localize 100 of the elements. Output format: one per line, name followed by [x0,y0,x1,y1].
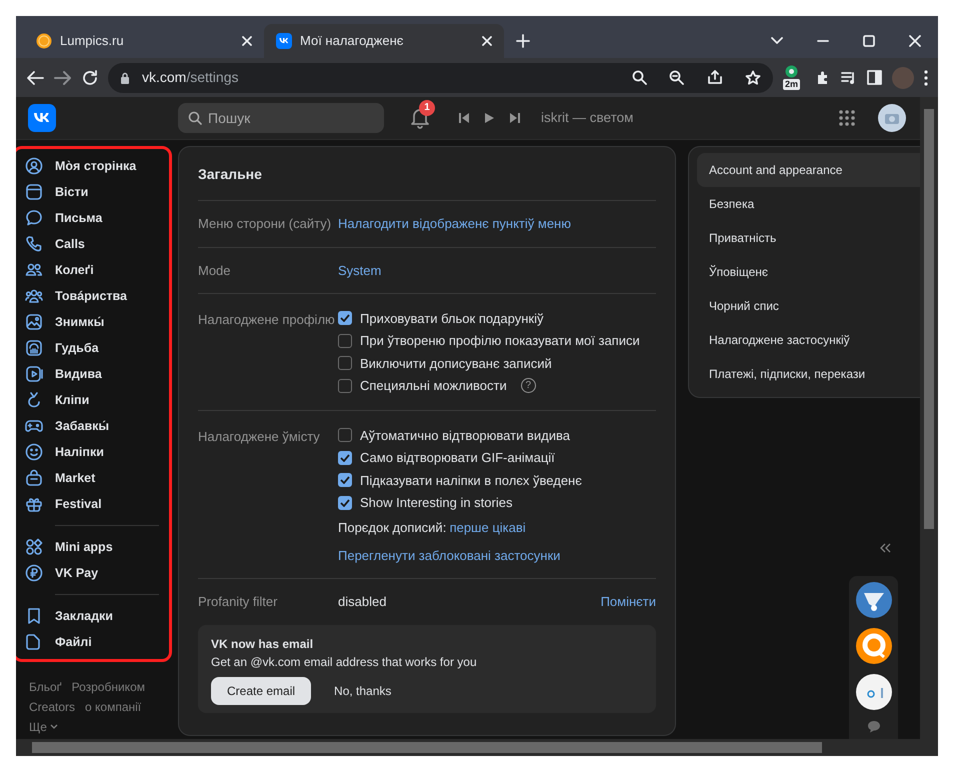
profile-icon [25,157,43,175]
back-arrow-icon[interactable] [26,70,44,86]
nav-item[interactable]: Забавкы́ [16,413,169,439]
nav-item[interactable]: Гудьба [16,335,169,361]
zoom-out-icon[interactable] [669,70,684,85]
nav-item[interactable]: Наліпки [16,439,169,465]
nav-item[interactable]: Письма [16,205,169,231]
help-icon[interactable]: ? [520,378,536,394]
image-icon [25,313,43,331]
q-app-icon[interactable] [856,628,892,664]
footer-link[interactable]: Бльоґ [29,678,62,696]
video-icon [25,365,43,383]
nav-item[interactable]: Кліпи [16,387,169,413]
nav-item[interactable]: Знимкы́ [16,309,169,335]
app-icon[interactable] [856,674,892,710]
setting-link[interactable]: System [338,262,382,278]
search-field[interactable]: Пошук [178,103,384,133]
menu-dots-icon[interactable] [924,70,928,86]
menu-item[interactable]: Приватність [697,221,920,255]
checkbox[interactable] [338,356,352,370]
nav-item[interactable]: Мо̀я сторінка [16,153,169,179]
setting-link[interactable]: Налагодити відображенє пунктіў меню [338,216,571,231]
search-icon [188,111,202,125]
track-title[interactable]: iskrit — светом [541,108,634,128]
create-email-button[interactable]: Create email [211,677,312,705]
footer-link[interactable]: Ще [29,718,58,736]
nav-item[interactable]: Calls [16,231,169,257]
checkbox[interactable] [338,473,352,488]
close-icon[interactable] [242,36,252,46]
menu-item[interactable]: Чорний спис [697,289,920,323]
menu-item[interactable]: Платежі, підписки, перекази [697,357,920,391]
close-icon[interactable] [482,36,492,46]
footer-link[interactable]: о компанії [85,698,142,716]
post-order-label: Порєдок дописий: [338,519,446,537]
nav-item[interactable]: Товáриства [16,283,169,309]
dismiss-button[interactable]: No, thanks [324,677,402,705]
checkbox-label: Специяльні можливости [360,377,507,395]
checkbox[interactable] [338,378,352,393]
checkbox[interactable] [338,450,352,465]
vk-logo-icon [276,33,292,49]
nav-item[interactable]: Колеґі [16,257,169,283]
next-track-icon[interactable] [509,112,521,124]
previous-track-icon[interactable] [458,112,470,124]
chevron-down-icon[interactable] [771,37,783,45]
nav-item[interactable]: Market [16,465,169,491]
menu-item[interactable]: Безпека [697,187,920,221]
nav-item[interactable]: Вісти [16,179,169,205]
side-panel-icon[interactable] [867,70,882,85]
vk-logo-icon[interactable] [28,104,56,132]
play-icon[interactable] [484,112,495,124]
collapse-icon[interactable] [879,543,891,553]
nav-item[interactable]: VK Pay [16,560,169,586]
setting-value: disabled [338,593,386,611]
camera-avatar-icon[interactable] [878,104,906,132]
browser-tab[interactable]: Lumpics.ru [24,24,264,58]
checkbox-label: Приховувати бльок подарункіў [360,310,544,328]
checkbox[interactable] [338,334,352,348]
post-order-link[interactable]: перше цікаві [450,518,526,538]
extension-icon[interactable] [785,64,798,78]
chat-bubble-icon [25,209,43,227]
change-link[interactable]: Помінєти [600,592,656,612]
checkbox[interactable] [338,311,352,326]
section-title: Загальне [198,165,263,184]
media-queue-icon[interactable] [841,70,857,84]
forward-arrow-icon[interactable] [54,70,72,86]
checkbox-label: Само відтворювати GIF-анімації [360,449,555,467]
people-icon [25,261,43,279]
scroll-thumb[interactable] [32,742,822,753]
reload-icon[interactable] [82,70,98,86]
phone-icon [25,235,43,253]
star-icon[interactable] [745,70,761,86]
checkbox[interactable] [338,428,352,442]
footer-link[interactable]: Розробником [72,678,145,696]
share-icon[interactable] [706,70,722,85]
tab-title: Lumpics.ru [60,32,125,50]
search-icon[interactable] [632,70,646,85]
smiley-icon [25,443,43,461]
nav-item[interactable]: Файлі [16,629,169,655]
maximize-icon[interactable] [863,35,875,47]
url-text: vk.com/settings [142,68,238,87]
group-icon [25,287,43,305]
nav-item[interactable]: Видива [16,361,169,387]
menu-item[interactable]: Налагоджене застосункіў [697,323,920,357]
menu-item[interactable]: Ўповіщенє [697,255,920,289]
nav-item[interactable]: Mini apps [16,534,169,560]
tab-title: Мої налагодженє [300,32,404,50]
address-bar[interactable]: vk.com/settings [108,62,773,92]
apps-grid-icon[interactable] [838,109,856,127]
nav-item[interactable]: Закладки [16,603,169,629]
browser-tab[interactable]: Мої налагодженє [264,24,504,58]
nav-item[interactable]: Festival [16,491,169,517]
new-tab-icon[interactable] [516,34,530,48]
scroll-thumb[interactable] [924,109,934,529]
blocked-apps-link[interactable]: Перегленути заблоковані застосунки [338,546,560,565]
footer-link[interactable]: Creators [29,698,76,716]
menu-item[interactable]: Account and appearance [697,153,920,187]
checkbox[interactable] [338,496,352,510]
close-icon[interactable] [909,35,921,47]
chat-icon[interactable] [866,720,880,733]
checkbox-label: Аўтоматично відтворювати видива [360,426,570,445]
